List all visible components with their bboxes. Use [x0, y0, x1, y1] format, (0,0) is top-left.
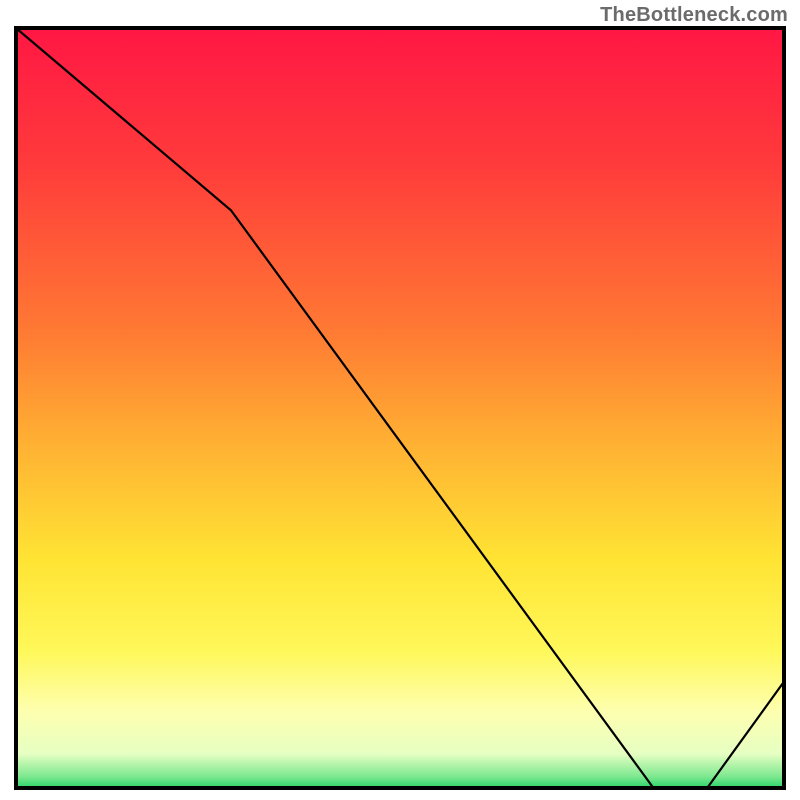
- chart-stage: TheBottleneck.com: [0, 0, 800, 800]
- plot-background: [16, 28, 784, 788]
- bottleneck-chart: [0, 0, 800, 800]
